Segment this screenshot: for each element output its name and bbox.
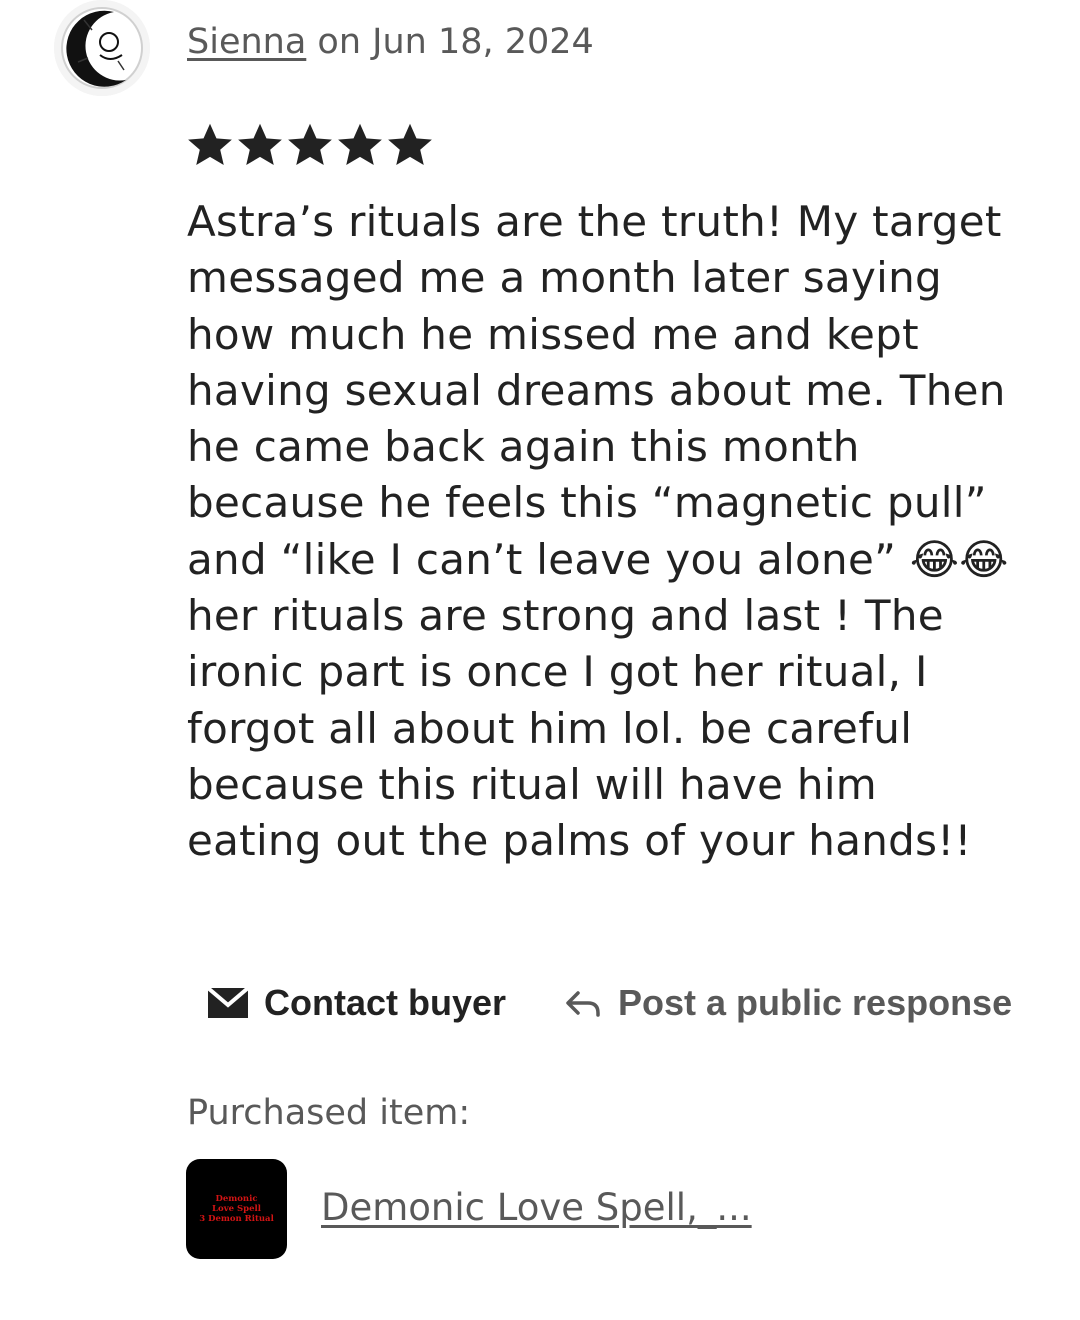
- review-date: on Jun 18, 2024: [306, 22, 594, 62]
- thumbnail-text-line: 3 Demon Ritual: [199, 1214, 274, 1224]
- star-rating: [185, 120, 435, 170]
- thumbnail-text-line: Demonic: [215, 1194, 258, 1204]
- purchased-item-link[interactable]: Demonic Love Spell,_...: [321, 1186, 752, 1229]
- purchased-item-thumbnail[interactable]: Demonic Love Spell 3 Demon Ritual: [186, 1159, 287, 1259]
- envelope-icon: [206, 986, 250, 1018]
- contact-buyer-label: Contact buyer: [264, 982, 507, 1023]
- reviewer-avatar[interactable]: [54, 0, 150, 96]
- reply-arrow-icon: [566, 991, 600, 1017]
- purchased-item-label: Purchased item:: [187, 1093, 471, 1133]
- star-icon: [288, 123, 332, 165]
- post-public-response-label: Post a public response: [618, 982, 1013, 1023]
- review-body: Astra’s rituals are the truth! My target…: [187, 197, 1009, 866]
- avatar-crescent-image: [54, 0, 150, 96]
- star-icon: [388, 123, 432, 165]
- star-icon: [338, 123, 382, 165]
- contact-buyer-button[interactable]: Contact buyer: [206, 982, 506, 1024]
- post-public-response-button[interactable]: Post a public response: [564, 982, 1012, 1024]
- star-icon: [188, 123, 232, 165]
- thumbnail-text-line: Love Spell: [212, 1204, 261, 1214]
- reviewer-byline: Sienna on Jun 18, 2024: [187, 22, 594, 62]
- reviewer-name-link[interactable]: Sienna: [187, 22, 306, 62]
- star-icon: [238, 123, 282, 165]
